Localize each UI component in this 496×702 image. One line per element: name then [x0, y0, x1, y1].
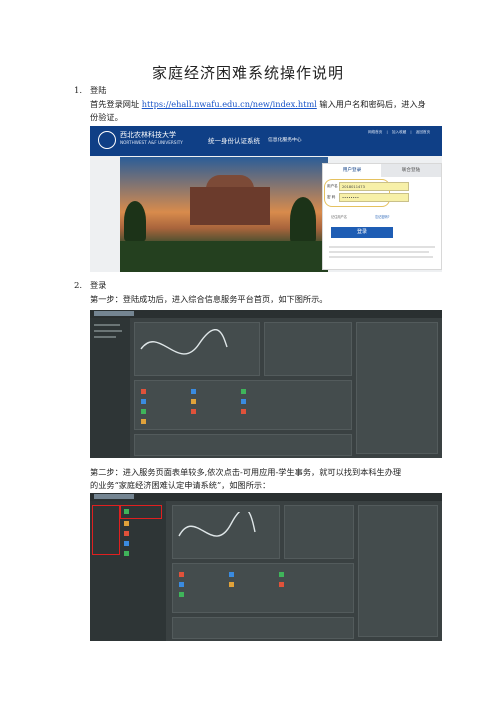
app-icon [241, 389, 246, 394]
app-icon [179, 592, 184, 597]
building [190, 187, 270, 225]
app-icon [229, 572, 234, 577]
login-header: 西北农林科技大学 NORTHWEST A&F UNIVERSITY 统一身份认证… [90, 126, 442, 156]
apps-panel [172, 563, 354, 613]
university-logo-icon [98, 131, 116, 149]
weather-chart [140, 329, 228, 355]
notice-line [329, 246, 435, 248]
step1-text: 第一步：登陆成功后，进入综合信息服务平台首页，如下图所示。 [90, 294, 328, 304]
step2-text-line2: 的业务“家庭经济困难认定申请系统”，如图所示： [90, 480, 271, 490]
annotation-box [92, 505, 120, 555]
todo-panel [356, 322, 438, 454]
section1-text-after-link: 输入用户名和密码后，进入身 [316, 99, 426, 109]
portal-topbar [90, 493, 442, 501]
login-button[interactable]: 登录 [331, 227, 393, 238]
portal-home-screenshot [90, 310, 442, 458]
portal-sidebar [90, 318, 130, 458]
campus-photo [120, 157, 328, 272]
app-icon [179, 572, 184, 577]
tab-joint-login[interactable]: 联合登陆 [381, 164, 441, 177]
login-box: 用户登录 联合登陆 用户名 2018011473 密 码 •••••••• 记住… [322, 163, 442, 270]
weather-panel [134, 322, 260, 376]
app-icon [241, 399, 246, 404]
app-icon [124, 541, 129, 546]
login-page-screenshot: 西北农林科技大学 NORTHWEST A&F UNIVERSITY 统一身份认证… [90, 126, 442, 272]
university-name-en: NORTHWEST A&F UNIVERSITY [120, 140, 183, 145]
app-icon [141, 389, 146, 394]
ehall-link[interactable]: https://ehall.nwafu.edu.cn/new/index.htm… [142, 99, 317, 109]
notice-line [329, 251, 429, 253]
password-label: 密 码 [327, 195, 336, 199]
app-icon [229, 582, 234, 587]
weather-chart [178, 512, 256, 537]
app-icon [191, 409, 196, 414]
app-icon [124, 509, 129, 514]
app-icon [141, 419, 146, 424]
weather-panel [172, 505, 280, 559]
portal-apps-screenshot [90, 493, 442, 641]
app-icon [124, 551, 129, 556]
portal-topbar [90, 310, 442, 318]
news-panel [134, 434, 352, 456]
step2-text-line1: 第二步：进入服务页面表单较多,依次点击-可用应用-学生事务，就可以找到本科生办理 [90, 467, 402, 477]
section1-number: 1. [74, 86, 83, 96]
sidebar-item [94, 330, 122, 332]
section1-paragraph: 首先登录网址 https://ehall.nwafu.edu.cn/new/in… [90, 98, 426, 111]
section2-number: 2. [74, 281, 83, 291]
password-field[interactable]: •••••••• [339, 193, 409, 202]
portal-logo [94, 311, 134, 316]
app-icon [241, 409, 246, 414]
tree [124, 201, 146, 241]
app-icon [279, 582, 284, 587]
username-field[interactable]: 2018011473 [339, 182, 409, 191]
section2-heading: 登录 [90, 280, 107, 290]
app-icon [191, 389, 196, 394]
apps-panel [134, 380, 352, 430]
system-name: 统一身份认证系统 [208, 137, 260, 145]
app-icon [141, 399, 146, 404]
university-name: 西北农林科技大学 [120, 131, 176, 139]
todo-panel [358, 505, 438, 637]
lawn [120, 241, 328, 272]
portal-logo [94, 494, 134, 499]
tree [290, 197, 316, 243]
section1-text-before-link: 首先登录网址 [90, 99, 142, 109]
app-icon [141, 409, 146, 414]
user-info-panel [284, 505, 354, 559]
section1-paragraph-line2: 份验证。 [90, 112, 123, 122]
app-icon [124, 521, 129, 526]
app-icon [124, 531, 129, 536]
app-icon [191, 399, 196, 404]
sidebar-item [94, 324, 120, 326]
portal-sidebar [90, 501, 166, 641]
forgot-password-link[interactable]: 忘记密码? [375, 214, 389, 219]
app-icon [279, 572, 284, 577]
header-links[interactable]: 网络首页 | 加入收藏 | 返回首页 [368, 130, 430, 135]
document-title: 家庭经济困难系统操作说明 [151, 64, 344, 82]
app-icon [179, 582, 184, 587]
system-subtitle: 信息化服务中心 [268, 138, 302, 143]
notice-line [329, 256, 433, 258]
news-panel [172, 617, 354, 639]
sidebar-item [94, 336, 116, 338]
tab-user-login[interactable]: 用户登录 [323, 164, 381, 177]
username-label: 用户名 [327, 184, 338, 188]
user-info-panel [264, 322, 352, 376]
remember-checkbox[interactable]: 记住用户名 [331, 214, 347, 219]
section1-heading: 登陆 [90, 85, 107, 95]
